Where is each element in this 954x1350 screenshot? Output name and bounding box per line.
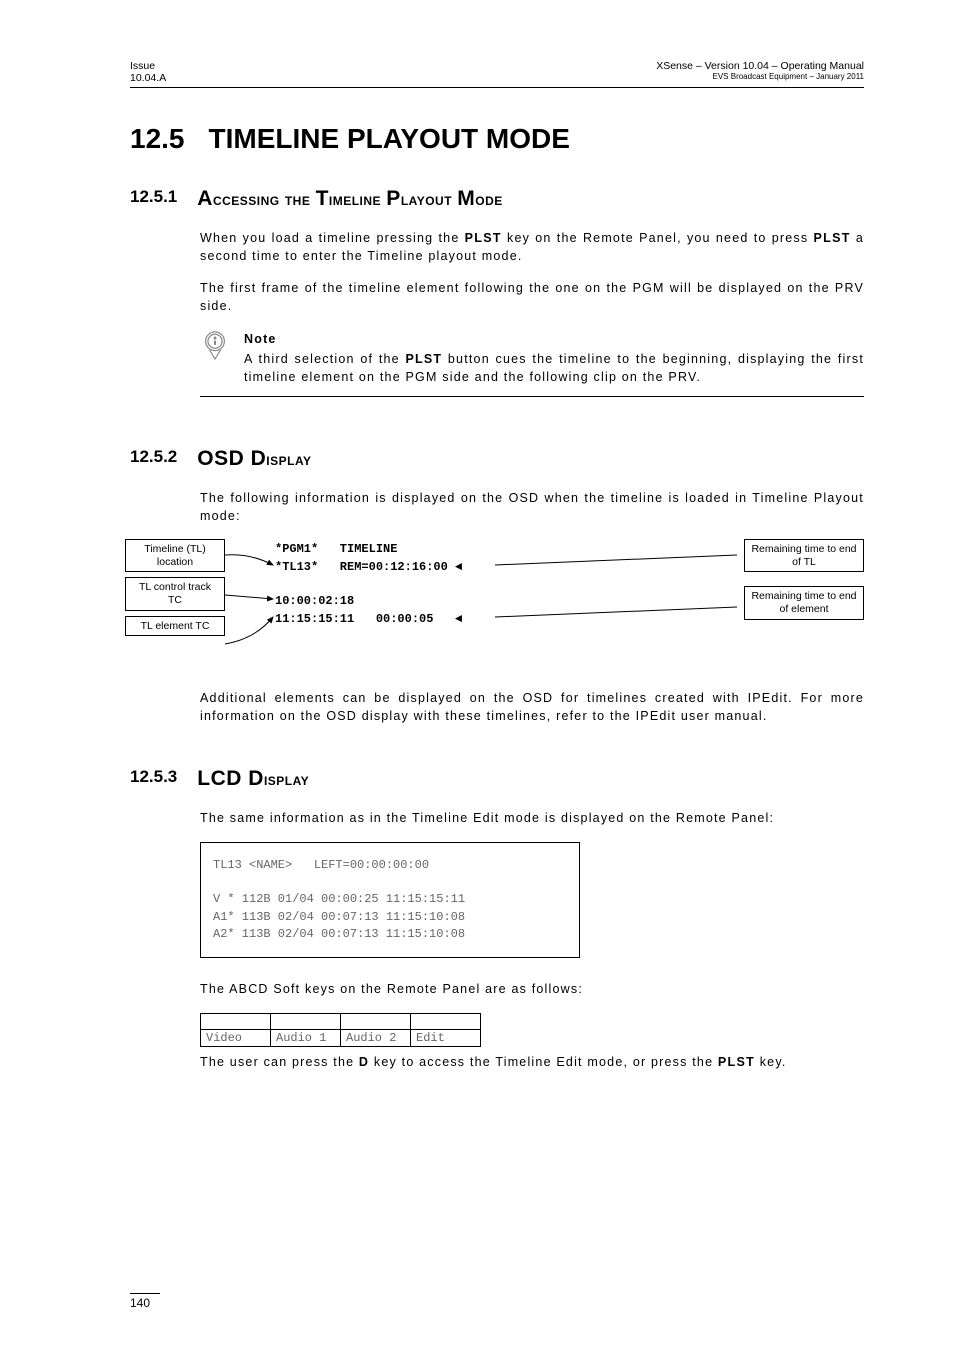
issue-value: 10.04.A [130,72,166,84]
osd-screen-text: *PGM1* TIMELINE *TL13* REM=00:12:16:00 ◄… [275,541,462,628]
softkey-audio2: Audio 2 [341,1029,411,1046]
note-block: Note A third selection of the PLST butto… [200,330,864,397]
table-cell [411,1013,481,1029]
softkey-video: Video [201,1029,271,1046]
text: key on the Remote Panel, you need to pre… [502,231,814,245]
softkey-audio1: Audio 1 [271,1029,341,1046]
paragraph: The same information as in the Timeline … [200,809,864,827]
lcd-display-box: TL13 <NAME> LEFT=00:00:00:00 V * 112B 01… [200,842,580,959]
doc-company: EVS Broadcast Equipment – January 2011 [656,72,864,81]
label-tl-element-tc: TL element TC [125,616,225,637]
key-plst: PLST [405,352,442,366]
note-title: Note [244,330,864,348]
paragraph: The following information is displayed o… [200,489,864,525]
label-remaining-time-element: Remaining time to end of element [744,586,864,619]
label-tl-control-track-tc: TL control track TC [125,577,225,610]
table-cell [271,1013,341,1029]
paragraph: The user can press the D key to access t… [200,1053,864,1071]
osd-right-labels: Remaining time to end of TL Remaining ti… [744,539,864,619]
header-right: XSense – Version 10.04 – Operating Manua… [656,60,864,84]
osd-line: 11:15:15:11 00:00:05 [275,612,433,626]
note-text: Note A third selection of the PLST butto… [244,330,864,386]
table-row: Video Audio 1 Audio 2 Edit [201,1029,481,1046]
paragraph: The first frame of the timeline element … [200,279,864,315]
heading-number: 12.5 [130,123,185,155]
subsection-heading-12-5-2: 12.5.2 OSD Display [130,447,864,471]
key-plst: PLST [814,231,851,245]
osd-line: *TL13* REM=00:12:16:00 [275,560,448,574]
subheading-title: LCD Display [197,767,309,791]
key-plst: PLST [465,231,502,245]
section-heading-12-5: 12.5 TIMELINE PLAYOUT MODE [130,123,864,155]
page-number: 140 [130,1293,160,1310]
table-row [201,1013,481,1029]
header-left: Issue 10.04.A [130,60,166,84]
subheading-title: Accessing the Timeline Playout Mode [197,187,503,211]
label-remaining-time-tl: Remaining time to end of TL [744,539,864,572]
text: When you load a timeline pressing the [200,231,465,245]
doc-title: XSense – Version 10.04 – Operating Manua… [656,60,864,72]
subsection-heading-12-5-1: 12.5.1 Accessing the Timeline Playout Mo… [130,187,864,211]
text: key. [755,1055,786,1069]
issue-label: Issue [130,60,166,72]
table-cell [341,1013,411,1029]
osd-line: *PGM1* TIMELINE [275,542,397,556]
subheading-number: 12.5.3 [130,767,177,791]
text: The user can press the [200,1055,359,1069]
softkey-edit: Edit [411,1029,481,1046]
softkeys-table: Video Audio 1 Audio 2 Edit [200,1013,481,1047]
subheading-title: OSD Display [197,447,311,471]
page-header: Issue 10.04.A XSense – Version 10.04 – O… [130,60,864,88]
osd-diagram: Timeline (TL) location TL control track … [125,539,864,669]
subheading-number: 12.5.2 [130,447,177,471]
key-plst: PLST [718,1055,755,1069]
subheading-number: 12.5.1 [130,187,177,211]
paragraph: The ABCD Soft keys on the Remote Panel a… [200,980,864,998]
heading-title: TIMELINE PLAYOUT MODE [209,123,570,155]
text: key to access the Timeline Edit mode, or… [369,1055,718,1069]
osd-left-labels: Timeline (TL) location TL control track … [125,539,225,636]
key-d: D [359,1055,369,1069]
note-icon [200,330,230,360]
paragraph: When you load a timeline pressing the PL… [200,229,864,265]
label-timeline-location: Timeline (TL) location [125,539,225,572]
subsection-heading-12-5-3: 12.5.3 LCD Display [130,767,864,791]
osd-line: 10:00:02:18 [275,594,354,608]
paragraph: Additional elements can be displayed on … [200,689,864,725]
table-cell [201,1013,271,1029]
text: A third selection of the [244,352,405,366]
